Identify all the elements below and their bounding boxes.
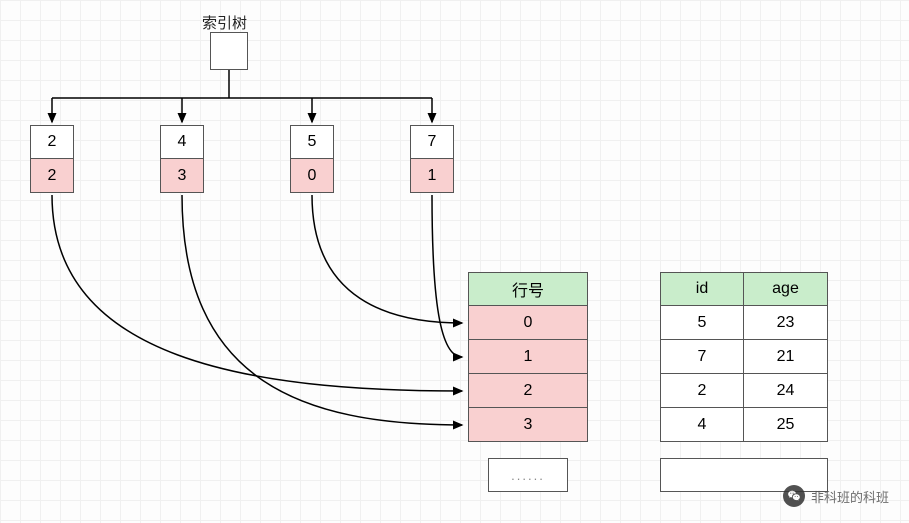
leaf-pointer: 2 [30,159,74,193]
data-table-cell: 25 [744,408,828,442]
data-table-cell: 4 [660,408,744,442]
row-table-header: 行号 [468,272,588,306]
data-table: id 5 7 2 4 age 23 21 24 25 [660,272,828,442]
data-table-col-id: id 5 7 2 4 [660,272,744,442]
wechat-icon [783,485,805,507]
row-table-cell: 1 [468,340,588,374]
row-table-cell: 0 [468,306,588,340]
leaf-key: 7 [410,125,454,159]
row-table-ellipsis: ...... [488,458,568,492]
data-table-cell: 21 [744,340,828,374]
connector-arrows [0,0,909,523]
leaf-pointer: 1 [410,159,454,193]
diagram-title: 索引树 [202,12,247,33]
watermark: 非科班的科班 [783,485,889,507]
row-table-cell: 2 [468,374,588,408]
data-table-cell: 24 [744,374,828,408]
row-number-table: 行号 0 1 2 3 [468,272,588,442]
leaf-node-2: 5 0 [290,125,334,193]
leaf-node-0: 2 2 [30,125,74,193]
leaf-node-3: 7 1 [410,125,454,193]
leaf-pointer: 3 [160,159,204,193]
leaf-pointer: 0 [290,159,334,193]
data-table-col-age: age 23 21 24 25 [744,272,828,442]
data-table-cell: 2 [660,374,744,408]
row-table-cell: 3 [468,408,588,442]
data-table-header: id [660,272,744,306]
data-table-cell: 5 [660,306,744,340]
data-table-cell: 7 [660,340,744,374]
data-table-cell: 23 [744,306,828,340]
root-node [210,32,248,70]
leaf-key: 4 [160,125,204,159]
watermark-text: 非科班的科班 [811,487,889,506]
leaf-key: 2 [30,125,74,159]
leaf-node-1: 4 3 [160,125,204,193]
leaf-key: 5 [290,125,334,159]
data-table-header: age [744,272,828,306]
